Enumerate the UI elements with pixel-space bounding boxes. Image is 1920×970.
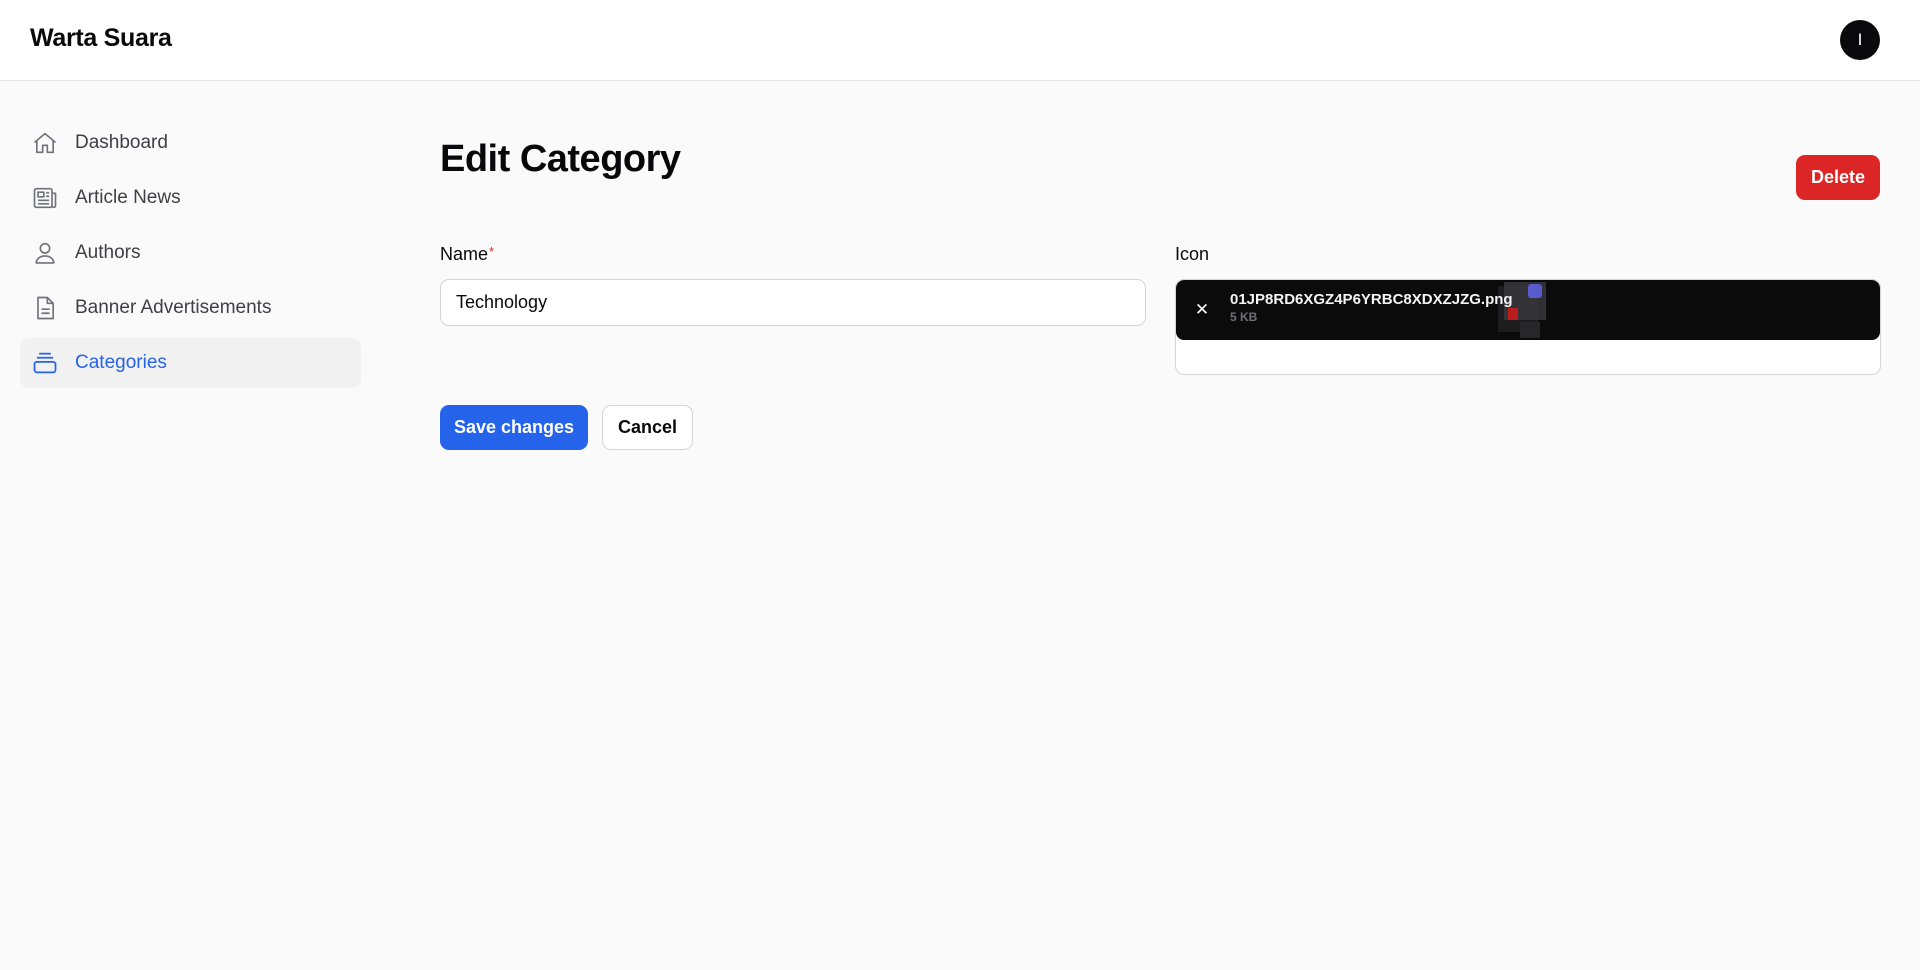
- newspaper-icon: [31, 184, 59, 212]
- sidebar-item-banner-advertisements[interactable]: Banner Advertisements: [20, 283, 361, 333]
- sidebar: Dashboard Article News Authors Banner Ad…: [20, 118, 361, 393]
- sidebar-item-article-news[interactable]: Article News: [20, 173, 361, 223]
- required-marker: *: [489, 244, 495, 259]
- page-title: Edit Category: [440, 138, 681, 180]
- brand-title[interactable]: Warta Suara: [30, 24, 172, 53]
- cancel-button[interactable]: Cancel: [602, 405, 693, 450]
- user-avatar[interactable]: I: [1840, 20, 1880, 60]
- name-label-text: Name: [440, 244, 489, 264]
- sidebar-item-label: Authors: [75, 242, 141, 263]
- file-name: 01JP8RD6XGZ4P6YRBC8XDXZJZG.png: [1230, 291, 1513, 308]
- delete-button[interactable]: Delete: [1796, 155, 1880, 200]
- sidebar-item-label: Categories: [75, 352, 167, 373]
- close-icon: ✕: [1194, 300, 1210, 319]
- sidebar-item-label: Article News: [75, 187, 181, 208]
- name-input[interactable]: [440, 279, 1146, 326]
- home-icon: [31, 129, 59, 157]
- file-size: 5 KB: [1230, 310, 1258, 324]
- user-icon: [31, 239, 59, 267]
- uploaded-file-item: ✕ 01JP8RD6XGZ4P6YRBC8XDXZJZG.png 5 KB: [1176, 280, 1880, 340]
- sidebar-item-categories[interactable]: Categories: [20, 338, 361, 388]
- remove-file-button[interactable]: ✕: [1188, 296, 1216, 324]
- stack-icon: [31, 349, 59, 377]
- sidebar-item-dashboard[interactable]: Dashboard: [20, 118, 361, 168]
- sidebar-item-authors[interactable]: Authors: [20, 228, 361, 278]
- sidebar-item-label: Banner Advertisements: [75, 297, 272, 318]
- save-changes-button[interactable]: Save changes: [440, 405, 588, 450]
- sidebar-item-label: Dashboard: [75, 132, 168, 153]
- top-bar: Warta Suara I: [0, 0, 1920, 81]
- icon-field-label: Icon: [1175, 244, 1210, 264]
- document-icon: [31, 294, 59, 322]
- icon-upload-dropzone[interactable]: ✕ 01JP8RD6XGZ4P6YRBC8XDXZJZG.png 5 KB: [1175, 279, 1881, 375]
- name-field-label: Name*: [440, 244, 494, 265]
